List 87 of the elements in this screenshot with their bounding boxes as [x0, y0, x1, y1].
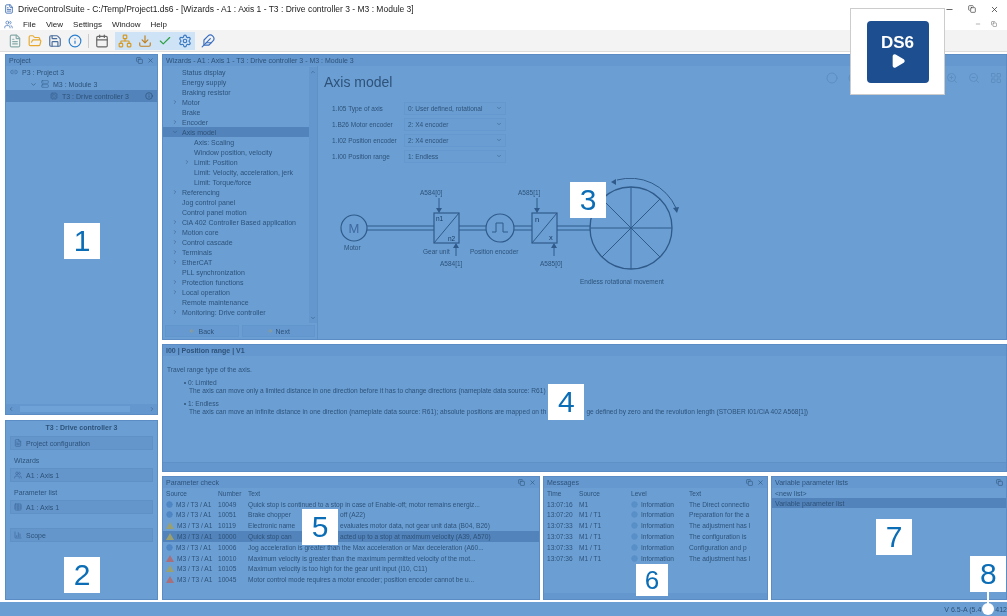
callout-number: 8: [970, 556, 1007, 592]
restore-icon[interactable]: [136, 57, 143, 64]
chevron-down-icon: [496, 153, 502, 159]
info-dot-icon: [166, 543, 173, 551]
restore-icon[interactable]: [746, 479, 753, 486]
scroll-down-icon[interactable]: [310, 315, 316, 321]
chevron-right-icon[interactable]: [172, 239, 178, 245]
menu-item[interactable]: Window: [112, 19, 141, 29]
chevron-right-icon[interactable]: [172, 229, 178, 235]
folder-icon[interactable]: [28, 33, 42, 48]
motor-icon: [340, 214, 368, 242]
item-icon: [14, 503, 22, 511]
menu-item[interactable]: Help: [150, 19, 167, 29]
chevron-right-icon[interactable]: [172, 249, 178, 255]
chevron-right-icon[interactable]: [172, 289, 178, 295]
chevron-down-icon: [496, 137, 502, 143]
chevron-right-icon[interactable]: [184, 159, 190, 165]
menu-item[interactable]: Settings: [73, 19, 102, 29]
restore-icon[interactable]: [991, 21, 997, 27]
page-heading: Axis model: [324, 74, 393, 90]
scroll-up-icon[interactable]: [310, 69, 316, 75]
callout-number: 4: [548, 384, 585, 420]
new-file-icon[interactable]: [8, 33, 22, 48]
users-icon: [4, 19, 13, 29]
callout-number: 7: [876, 519, 912, 555]
arrow-left-icon: [189, 328, 196, 334]
shaft-line: [556, 225, 591, 231]
device-icon: [50, 92, 58, 100]
arrow-right-icon: [266, 328, 273, 334]
link-icon: [10, 68, 18, 76]
info-dot-icon: [166, 500, 173, 508]
scroll-right-icon[interactable]: [149, 406, 155, 412]
input-arrow: [453, 243, 459, 257]
restore-icon[interactable]: [518, 479, 525, 486]
warning-icon: [166, 565, 174, 573]
window-title: DriveControlSuite - C:/Temp/Project1.ds6 - [Wizards - A1 : Axis 1 - T3 : Drive controller 3 - M3 : Module 3]: [18, 4, 415, 14]
save-icon[interactable]: [48, 33, 62, 48]
zoom-in-icon[interactable]: [946, 72, 958, 84]
chevron-down-icon[interactable]: [172, 129, 178, 135]
input-arrow: [436, 197, 442, 213]
settings-icon[interactable]: [178, 33, 192, 48]
chevron-right-icon[interactable]: [172, 219, 178, 225]
logo-text: DS6: [880, 34, 915, 51]
feather-icon[interactable]: [201, 33, 215, 48]
callout-number: 5: [302, 508, 338, 545]
input-arrow: [534, 197, 540, 213]
encoder-icon: [485, 213, 515, 243]
network-icon[interactable]: [118, 33, 132, 48]
leader-line: [987, 592, 990, 604]
menu-item[interactable]: File: [23, 19, 36, 29]
shaft-line: [458, 225, 487, 231]
item-icon: [14, 439, 22, 447]
shaft-line: [366, 225, 435, 231]
chevron-right-icon[interactable]: [172, 309, 178, 315]
item-icon: [14, 471, 22, 479]
app-icon: [4, 4, 14, 14]
chevron-right-icon[interactable]: [172, 279, 178, 285]
error-icon: [166, 554, 174, 562]
chevron-down-icon: [496, 105, 502, 111]
restore-icon[interactable]: [968, 4, 976, 13]
error-icon: [166, 576, 174, 584]
converter-drawing: [531, 212, 558, 244]
scroll-left-icon[interactable]: [8, 406, 14, 412]
info-dot-icon: [166, 511, 173, 519]
chevron-right-icon[interactable]: [172, 189, 178, 195]
chevron-down-icon: [496, 121, 502, 127]
close-icon[interactable]: [990, 4, 999, 14]
download-icon[interactable]: [138, 33, 152, 48]
module-icon: [41, 80, 49, 88]
callout-number: 6: [636, 564, 668, 596]
rotation-arrow: [611, 178, 679, 213]
input-arrow: [551, 243, 557, 257]
gear-unit-drawing: [433, 212, 460, 244]
chevron-down-icon[interactable]: [30, 80, 37, 88]
callout-number: 2: [64, 557, 100, 593]
calendar-icon[interactable]: [95, 33, 109, 48]
shaft-line: [513, 225, 533, 231]
chevron-right-icon[interactable]: [172, 119, 178, 125]
menu-item[interactable]: View: [45, 19, 64, 29]
chevron-right-icon[interactable]: [172, 99, 178, 105]
callout-number: 1: [64, 223, 100, 259]
restore-icon[interactable]: [996, 479, 1003, 486]
callout-number: 3: [570, 182, 606, 218]
info-icon[interactable]: [68, 33, 82, 48]
item-icon: [14, 531, 22, 539]
chevron-right-icon[interactable]: [172, 259, 178, 265]
info-icon: [144, 92, 153, 100]
